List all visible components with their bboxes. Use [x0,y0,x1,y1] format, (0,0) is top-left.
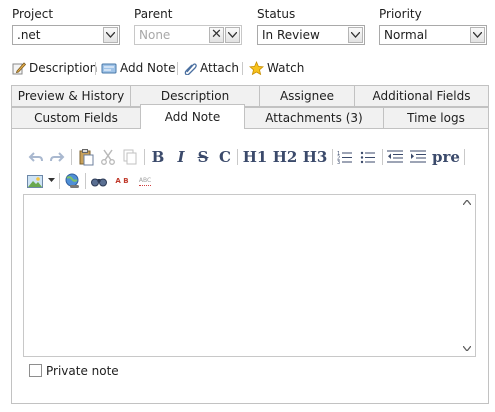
parent-label: Parent [134,7,173,21]
tab-label: Attachments (3) [265,111,363,125]
tab-add-note[interactable]: Add Note [140,104,245,129]
paste-icon[interactable] [77,148,95,166]
parent-select[interactable]: None ✕ [134,25,242,45]
tab-label: Assignee [279,89,335,103]
indent-left-icon[interactable] [386,149,404,165]
attach-action[interactable]: Attach [183,60,239,76]
description-action-label: Description [29,61,98,75]
chevron-down-icon[interactable] [470,27,485,43]
star-icon [249,61,264,75]
chevron-down-icon[interactable] [348,27,363,43]
code-icon[interactable]: C [216,147,234,167]
note-textarea[interactable] [23,194,476,357]
copy-icon[interactable] [121,149,139,165]
private-note-checkbox[interactable] [29,364,42,377]
scroll-up-icon[interactable] [463,200,471,205]
indent-right-icon[interactable] [409,149,427,165]
find-icon[interactable] [90,173,108,189]
status-value: In Review [262,28,320,42]
watch-action[interactable]: Watch [249,60,304,76]
heading2-icon[interactable]: H2 [271,147,299,167]
scroll-down-icon[interactable] [463,346,471,351]
toolbar-divider [382,149,383,165]
watch-action-label: Watch [267,61,305,75]
toolbar-divider [237,149,238,165]
chevron-down-icon[interactable] [103,27,118,43]
project-select[interactable]: .net [12,25,120,45]
toolbar-divider [332,149,333,165]
svg-text:3: 3 [337,160,340,164]
preformatted-icon[interactable]: pre [432,147,460,167]
numbered-list-icon[interactable]: 123 [336,149,354,165]
priority-select[interactable]: Normal [379,25,487,45]
tab-preview-history[interactable]: Preview & History [11,85,131,107]
link-globe-icon[interactable] [63,172,81,190]
divider [242,62,243,75]
divider [95,62,96,75]
edit-icon [12,62,26,75]
spell-label: ABC [138,176,152,186]
caret-down-icon[interactable] [46,175,56,185]
spellcheck-letters: A B [115,176,129,185]
scrollbar[interactable] [458,195,475,356]
tab-label: Custom Fields [34,111,118,125]
heading1-icon[interactable]: H1 [241,147,269,167]
undo-icon[interactable] [27,149,45,165]
tab-label: Time logs [407,111,465,125]
priority-label: Priority [379,7,422,21]
tab-assignee[interactable]: Assignee [259,85,355,107]
add-note-action-label: Add Note [120,61,176,75]
toolbar-divider [59,173,60,189]
tab-label: Preview & History [17,89,125,103]
tab-additional-fields[interactable]: Additional Fields [354,85,489,107]
tab-label: Additional Fields [372,89,471,103]
status-label: Status [257,7,296,21]
divider [177,62,178,75]
note-icon [101,63,117,74]
toolbar-divider [85,173,86,189]
project-label: Project [12,7,54,21]
status-select[interactable]: In Review [257,25,365,45]
project-value: .net [17,28,41,42]
description-action[interactable]: Description [12,60,97,76]
chevron-down-icon[interactable] [225,27,240,43]
attach-action-label: Attach [200,61,239,75]
bullet-list-icon[interactable] [359,149,377,165]
toolbar-divider [144,149,145,165]
cut-icon[interactable] [99,149,117,165]
clear-icon[interactable]: ✕ [209,27,224,43]
tab-attachments[interactable]: Attachments (3) [244,107,384,129]
toolbar-divider [71,149,72,165]
toolbar-divider [464,149,465,165]
tab-time-logs[interactable]: Time logs [383,107,489,129]
image-icon[interactable] [26,173,44,189]
tab-custom-fields[interactable]: Custom Fields [11,107,141,129]
bold-icon[interactable]: B [150,147,166,167]
tab-label: Add Note [164,110,221,124]
add-note-action[interactable]: Add Note [101,60,175,76]
redo-icon[interactable] [48,149,66,165]
priority-value: Normal [384,28,428,42]
tab-label: Description [160,89,230,103]
italic-icon[interactable]: I [173,147,189,167]
strikethrough-icon[interactable]: S [195,147,211,167]
heading3-icon[interactable]: H3 [301,147,329,167]
private-note-label: Private note [46,364,119,378]
paperclip-icon [184,63,197,75]
spellcheck-icon[interactable]: A B [113,171,131,190]
parent-placeholder: None [139,28,171,42]
spell-as-you-type-icon[interactable]: ABC [135,173,155,189]
